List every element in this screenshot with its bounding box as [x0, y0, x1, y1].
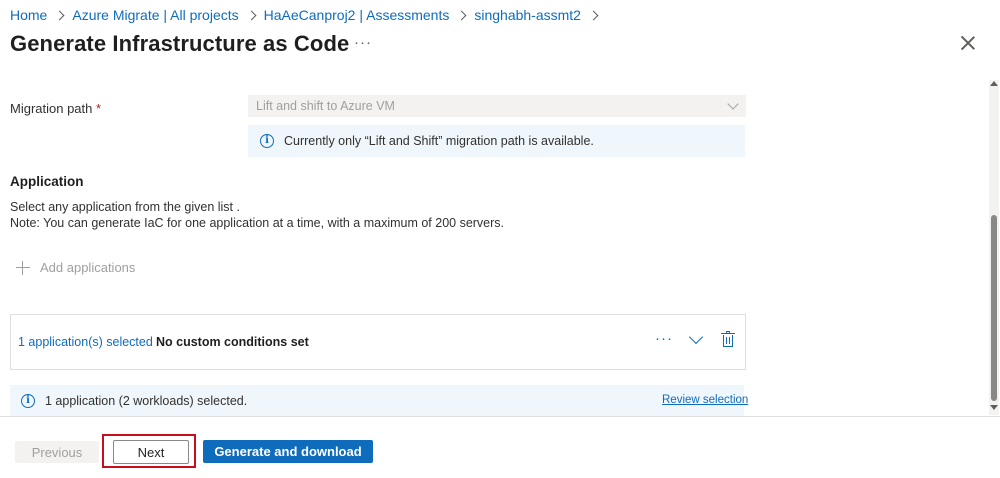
application-description: Select any application from the given li…	[10, 200, 240, 214]
delete-icon[interactable]	[721, 331, 735, 347]
selection-summary-text: 1 application (2 workloads) selected.	[45, 394, 248, 408]
custom-conditions-text: No custom conditions set	[156, 335, 309, 349]
scroll-down-arrow-icon[interactable]	[990, 405, 998, 410]
required-marker: *	[96, 101, 102, 116]
page-title: Generate Infrastructure as Code	[10, 31, 350, 56]
migration-path-label: Migration path *	[10, 101, 101, 116]
breadcrumb-azure-migrate[interactable]: Azure Migrate | All projects	[72, 7, 238, 23]
chevron-right-icon	[588, 10, 599, 20]
application-heading: Application	[10, 174, 84, 189]
migration-path-dropdown[interactable]: Lift and shift to Azure VM	[248, 95, 746, 117]
scrollbar-thumb[interactable]	[991, 215, 997, 401]
chevron-right-icon	[246, 10, 257, 20]
selection-summary-bar: i 1 application (2 workloads) selected.	[10, 385, 744, 417]
expand-chevron-icon[interactable]	[689, 333, 701, 345]
application-note: Note: You can generate IaC for one appli…	[10, 216, 505, 230]
card-more-options-button[interactable]: ···	[655, 330, 673, 347]
application-selection-card: 1 application(s) selected No custom cond…	[10, 314, 746, 370]
applications-selected-link[interactable]: 1 application(s) selected	[18, 335, 153, 349]
info-icon: i	[21, 394, 35, 408]
info-icon: i	[260, 134, 274, 148]
next-button[interactable]: Next	[113, 440, 189, 464]
scroll-up-arrow-icon[interactable]	[990, 81, 998, 86]
migration-info-bar: i Currently only “Lift and Shift” migrat…	[248, 125, 745, 157]
breadcrumb-home[interactable]: Home	[10, 7, 47, 23]
migration-info-text: Currently only “Lift and Shift” migratio…	[284, 134, 594, 148]
chevron-right-icon	[456, 10, 467, 20]
add-applications-label: Add applications	[40, 260, 136, 275]
migration-path-label-text: Migration path	[10, 101, 93, 116]
chevron-down-icon	[727, 98, 739, 110]
more-options-button[interactable]: ···	[354, 34, 372, 51]
review-selection-link[interactable]: Review selection	[662, 394, 748, 406]
breadcrumb: Home Azure Migrate | All projects HaAeCa…	[10, 6, 606, 24]
migration-path-value: Lift and shift to Azure VM	[256, 99, 395, 113]
breadcrumb-assessments[interactable]: HaAeCanproj2 | Assessments	[264, 7, 450, 23]
breadcrumb-assessment[interactable]: singhabh-assmt2	[474, 7, 581, 23]
generate-and-download-button[interactable]: Generate and download	[203, 440, 373, 463]
footer-divider	[0, 416, 1000, 417]
plus-icon	[16, 260, 30, 275]
previous-button[interactable]: Previous	[15, 441, 99, 463]
add-applications-button[interactable]: Add applications	[16, 260, 135, 275]
close-icon[interactable]	[960, 35, 976, 51]
chevron-right-icon	[54, 10, 65, 20]
